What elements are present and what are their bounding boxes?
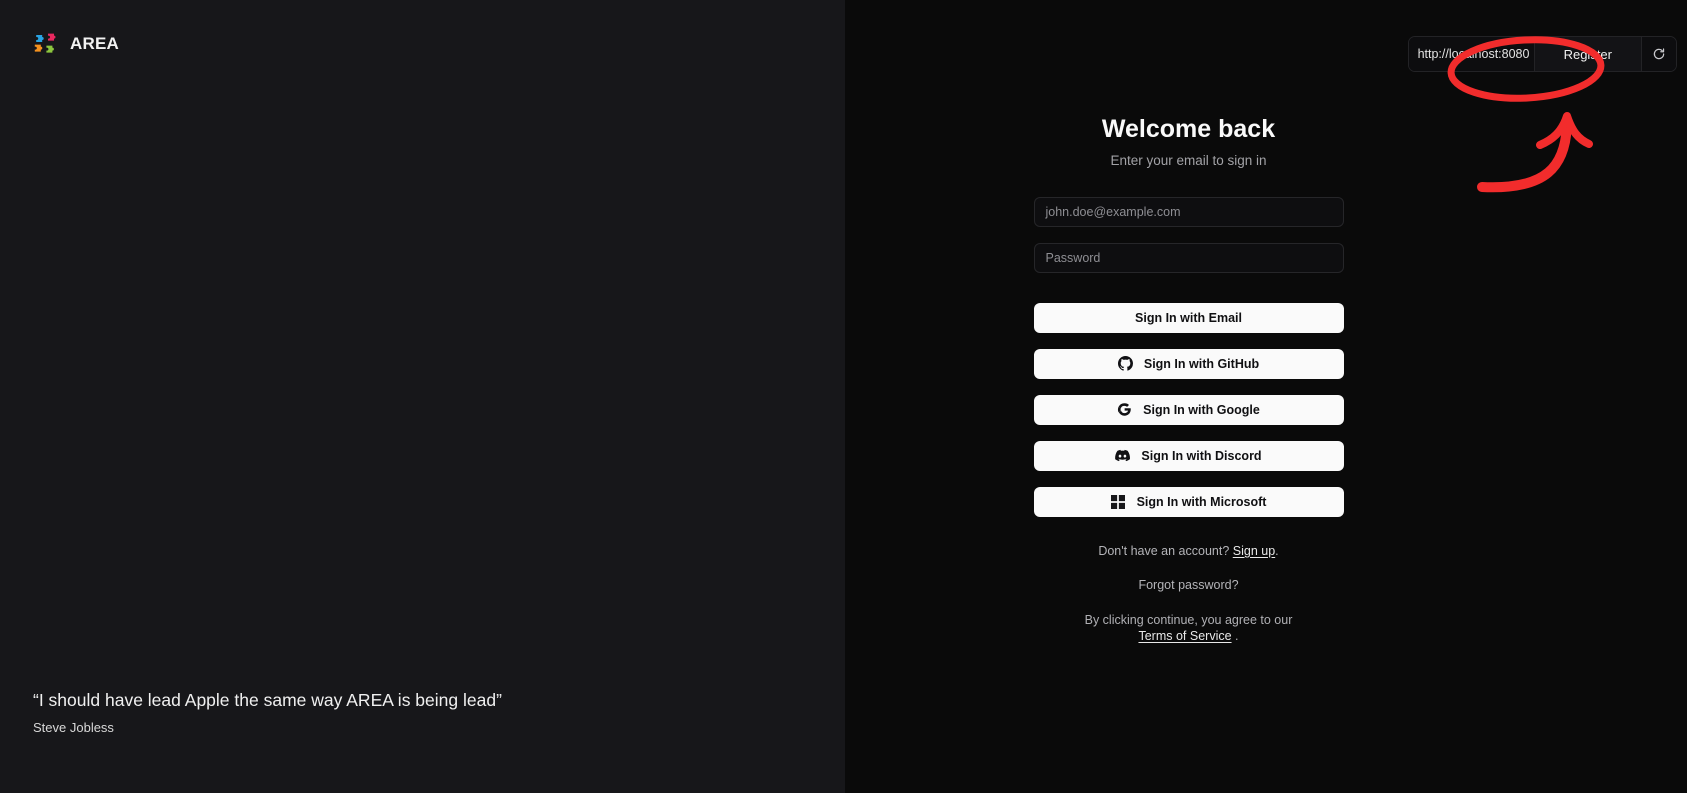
sign-in-google-label: Sign In with Google bbox=[1143, 402, 1260, 417]
discord-icon bbox=[1115, 448, 1131, 463]
sign-in-discord-button[interactable]: Sign In with Discord bbox=[1033, 440, 1344, 471]
forgot-password-link[interactable]: Forgot password? bbox=[1034, 578, 1344, 592]
testimonial-quote-block: “I should have lead Apple the same way A… bbox=[33, 688, 502, 735]
sign-in-github-button[interactable]: Sign In with GitHub bbox=[1033, 348, 1344, 379]
signup-prompt-row: Don't have an account? Sign up. bbox=[1034, 544, 1344, 558]
github-icon bbox=[1117, 356, 1133, 371]
browser-toolbar: http://localhost:8080 Register bbox=[1407, 36, 1677, 72]
email-input[interactable]: john.doe@example.com bbox=[1033, 196, 1344, 227]
brand-logo-area: AREA bbox=[33, 32, 119, 56]
url-input[interactable]: http://localhost:8080 bbox=[1408, 37, 1535, 71]
password-placeholder-text: Password bbox=[1045, 250, 1101, 265]
login-card: Welcome back Enter your email to sign in… bbox=[845, 115, 1687, 645]
sign-in-github-label: Sign In with GitHub bbox=[1143, 356, 1260, 371]
page-title: Welcome back bbox=[1101, 115, 1276, 143]
left-branding-panel: AREA “I should have lead Apple the same … bbox=[0, 0, 845, 793]
sign-in-email-label: Sign In with Email bbox=[1135, 310, 1242, 325]
google-icon bbox=[1117, 402, 1132, 417]
signup-period: . bbox=[1275, 543, 1279, 558]
quote-author: Steve Jobless bbox=[33, 720, 114, 735]
footer-links: Don't have an account? Sign up. bbox=[1034, 544, 1344, 558]
terms-suffix-text: . bbox=[1235, 629, 1239, 644]
terms-of-service-link[interactable]: Terms of Service bbox=[1138, 629, 1231, 643]
sign-in-discord-label: Sign In with Discord bbox=[1141, 448, 1262, 463]
password-input[interactable]: Password bbox=[1033, 242, 1344, 273]
quote-text: “I should have lead Apple the same way A… bbox=[33, 689, 502, 710]
register-button[interactable]: Register bbox=[1534, 37, 1642, 71]
signup-prompt-text: Don't have an account? bbox=[1098, 543, 1230, 558]
terms-notice: By clicking continue, you agree to our T… bbox=[1034, 612, 1344, 645]
sign-in-google-button[interactable]: Sign In with Google bbox=[1033, 394, 1344, 425]
page-subtitle: Enter your email to sign in bbox=[1110, 152, 1267, 168]
brand-name: AREA bbox=[70, 34, 119, 53]
email-placeholder-text: john.doe@example.com bbox=[1045, 204, 1181, 219]
signup-link[interactable]: Sign up bbox=[1233, 544, 1275, 558]
microsoft-icon bbox=[1111, 494, 1126, 509]
sign-in-microsoft-label: Sign In with Microsoft bbox=[1136, 494, 1267, 509]
sign-in-microsoft-button[interactable]: Sign In with Microsoft bbox=[1033, 486, 1344, 517]
refresh-icon[interactable] bbox=[1642, 37, 1676, 71]
puzzle-pieces-icon bbox=[33, 32, 59, 56]
login-page: AREA “I should have lead Apple the same … bbox=[0, 0, 1687, 793]
terms-prefix-text: By clicking continue, you agree to our bbox=[1084, 612, 1293, 627]
sign-in-email-button[interactable]: Sign In with Email bbox=[1033, 302, 1344, 333]
right-login-panel: http://localhost:8080 Register Welcome b… bbox=[845, 0, 1687, 793]
